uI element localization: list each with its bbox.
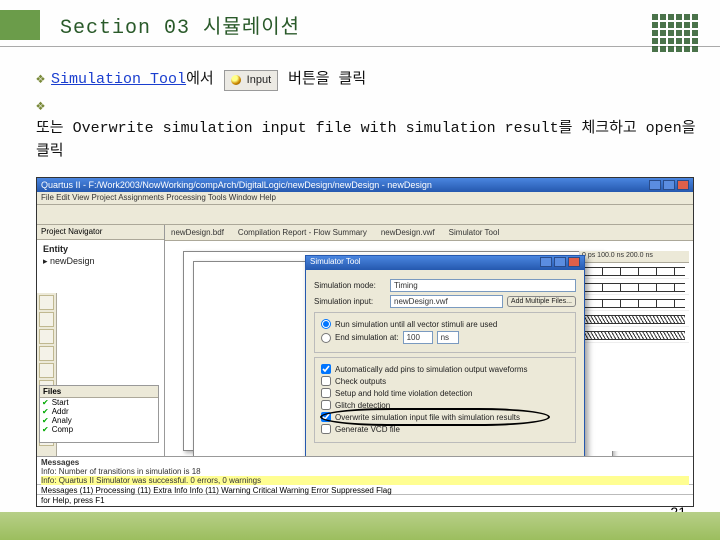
- menu-bar[interactable]: File Edit View Project Assignments Proce…: [37, 192, 693, 205]
- header-accent: [0, 10, 40, 40]
- footer-bar: [0, 512, 720, 540]
- options-group: Automatically add pins to simulation out…: [314, 357, 576, 443]
- opt-check-check[interactable]: [321, 376, 331, 386]
- opt-end-radio[interactable]: [321, 333, 331, 343]
- messages-tabs[interactable]: Messages (11) Processing (11) Extra Info…: [37, 485, 693, 495]
- task-row[interactable]: Start: [40, 398, 158, 407]
- editor-tabs[interactable]: newDesign.bdf Compilation Report - Flow …: [165, 225, 693, 241]
- editor-tab[interactable]: newDesign.bdf: [171, 227, 224, 238]
- end-unit-select[interactable]: ns: [437, 331, 459, 344]
- bullet-2: ❖ 또는 Overwrite simulation input file wit…: [36, 96, 698, 164]
- opt-glitch-label: Glitch detection: [335, 401, 390, 410]
- window-controls[interactable]: [649, 180, 689, 190]
- opt-vcd-label: Generate VCD file: [335, 425, 400, 434]
- task-row[interactable]: Analy: [40, 416, 158, 425]
- opt-overwrite-check[interactable]: [321, 412, 331, 422]
- task-row[interactable]: Addr: [40, 407, 158, 416]
- project-navigator[interactable]: Project Navigator Entity ▸ newDesign Fil…: [37, 225, 165, 457]
- opt-vcd-check[interactable]: [321, 424, 331, 434]
- message-line: Info: Number of transitions in simulatio…: [41, 467, 689, 476]
- input-label: Simulation input:: [314, 297, 386, 306]
- opt-check-label: Check outputs: [335, 377, 386, 386]
- messages-panel[interactable]: Messages Info: Number of transitions in …: [37, 457, 693, 485]
- waveform-ruler: 0 ps 100.0 ns 200.0 ns: [580, 251, 689, 263]
- entity-item[interactable]: ▸ newDesign: [43, 256, 158, 268]
- window-title: Quartus II - F:/Work2003/NowWorking/comp…: [41, 180, 432, 190]
- opt-setup-check[interactable]: [321, 388, 331, 398]
- editor-tab[interactable]: Simulator Tool: [449, 227, 500, 238]
- bullet-1-link: Simulation Tool: [51, 69, 186, 92]
- opt-setup-label: Setup and hold time violation detection: [335, 389, 472, 398]
- task-row[interactable]: Comp: [40, 425, 158, 434]
- tasks-title: Files: [40, 386, 158, 398]
- dialog-title: Simulator Tool: [310, 257, 361, 269]
- input-button-label: Input: [247, 72, 271, 89]
- opt-glitch-check[interactable]: [321, 400, 331, 410]
- window-titlebar[interactable]: Quartus II - F:/Work2003/NowWorking/comp…: [37, 178, 693, 192]
- period-group: Run simulation until all vector stimuli …: [314, 312, 576, 353]
- opt-end-label: End simulation at:: [335, 333, 399, 342]
- messages-title: Messages: [41, 458, 689, 467]
- waveform-preview: 0 ps 100.0 ns 200.0 ns: [579, 251, 689, 451]
- bullet-2-text: 또는 Overwrite simulation input file with …: [36, 118, 698, 163]
- diamond-icon: ❖: [36, 96, 45, 119]
- section-title: Section 03 시뮬레이션: [60, 10, 300, 40]
- bullet-1-text-a: 에서: [186, 69, 214, 92]
- input-field[interactable]: newDesign.vwf: [390, 295, 503, 308]
- input-button-graphic: Input: [224, 70, 278, 91]
- main-toolbar[interactable]: [37, 205, 693, 225]
- message-line-highlight: Info: Quartus II Simulator was successfu…: [41, 476, 689, 485]
- bulb-icon: [231, 75, 241, 85]
- corner-cubes-icon: [652, 14, 702, 56]
- opt-run-label: Run simulation until all vector stimuli …: [335, 320, 497, 329]
- tasks-panel[interactable]: Files Start Addr Analy Comp: [39, 385, 159, 443]
- mode-label: Simulation mode:: [314, 281, 386, 290]
- bullet-1: ❖ Simulation Tool 에서 Input 버튼을 클릭: [36, 69, 698, 92]
- left-tab[interactable]: Project Navigator: [41, 227, 102, 237]
- screenshot-area: Quartus II - F:/Work2003/NowWorking/comp…: [36, 177, 694, 507]
- bullet-1-text-b: 버튼을 클릭: [288, 69, 366, 92]
- end-value-input[interactable]: 100: [403, 331, 433, 344]
- mode-select[interactable]: Timing: [390, 279, 576, 292]
- entity-header: Entity: [43, 244, 158, 256]
- opt-overwrite-label: Overwrite simulation input file with sim…: [335, 413, 520, 422]
- add-files-button[interactable]: Add Multiple Files...: [507, 296, 576, 307]
- diamond-icon: ❖: [36, 69, 45, 92]
- opt-auto-label: Automatically add pins to simulation out…: [335, 365, 528, 374]
- dialog-window-controls[interactable]: [540, 257, 580, 269]
- opt-auto-check[interactable]: [321, 364, 331, 374]
- editor-tab[interactable]: newDesign.vwf: [381, 227, 435, 238]
- opt-run-radio[interactable]: [321, 319, 331, 329]
- status-bar: for Help, press F1: [37, 495, 693, 505]
- editor-tab[interactable]: Compilation Report - Flow Summary: [238, 227, 367, 238]
